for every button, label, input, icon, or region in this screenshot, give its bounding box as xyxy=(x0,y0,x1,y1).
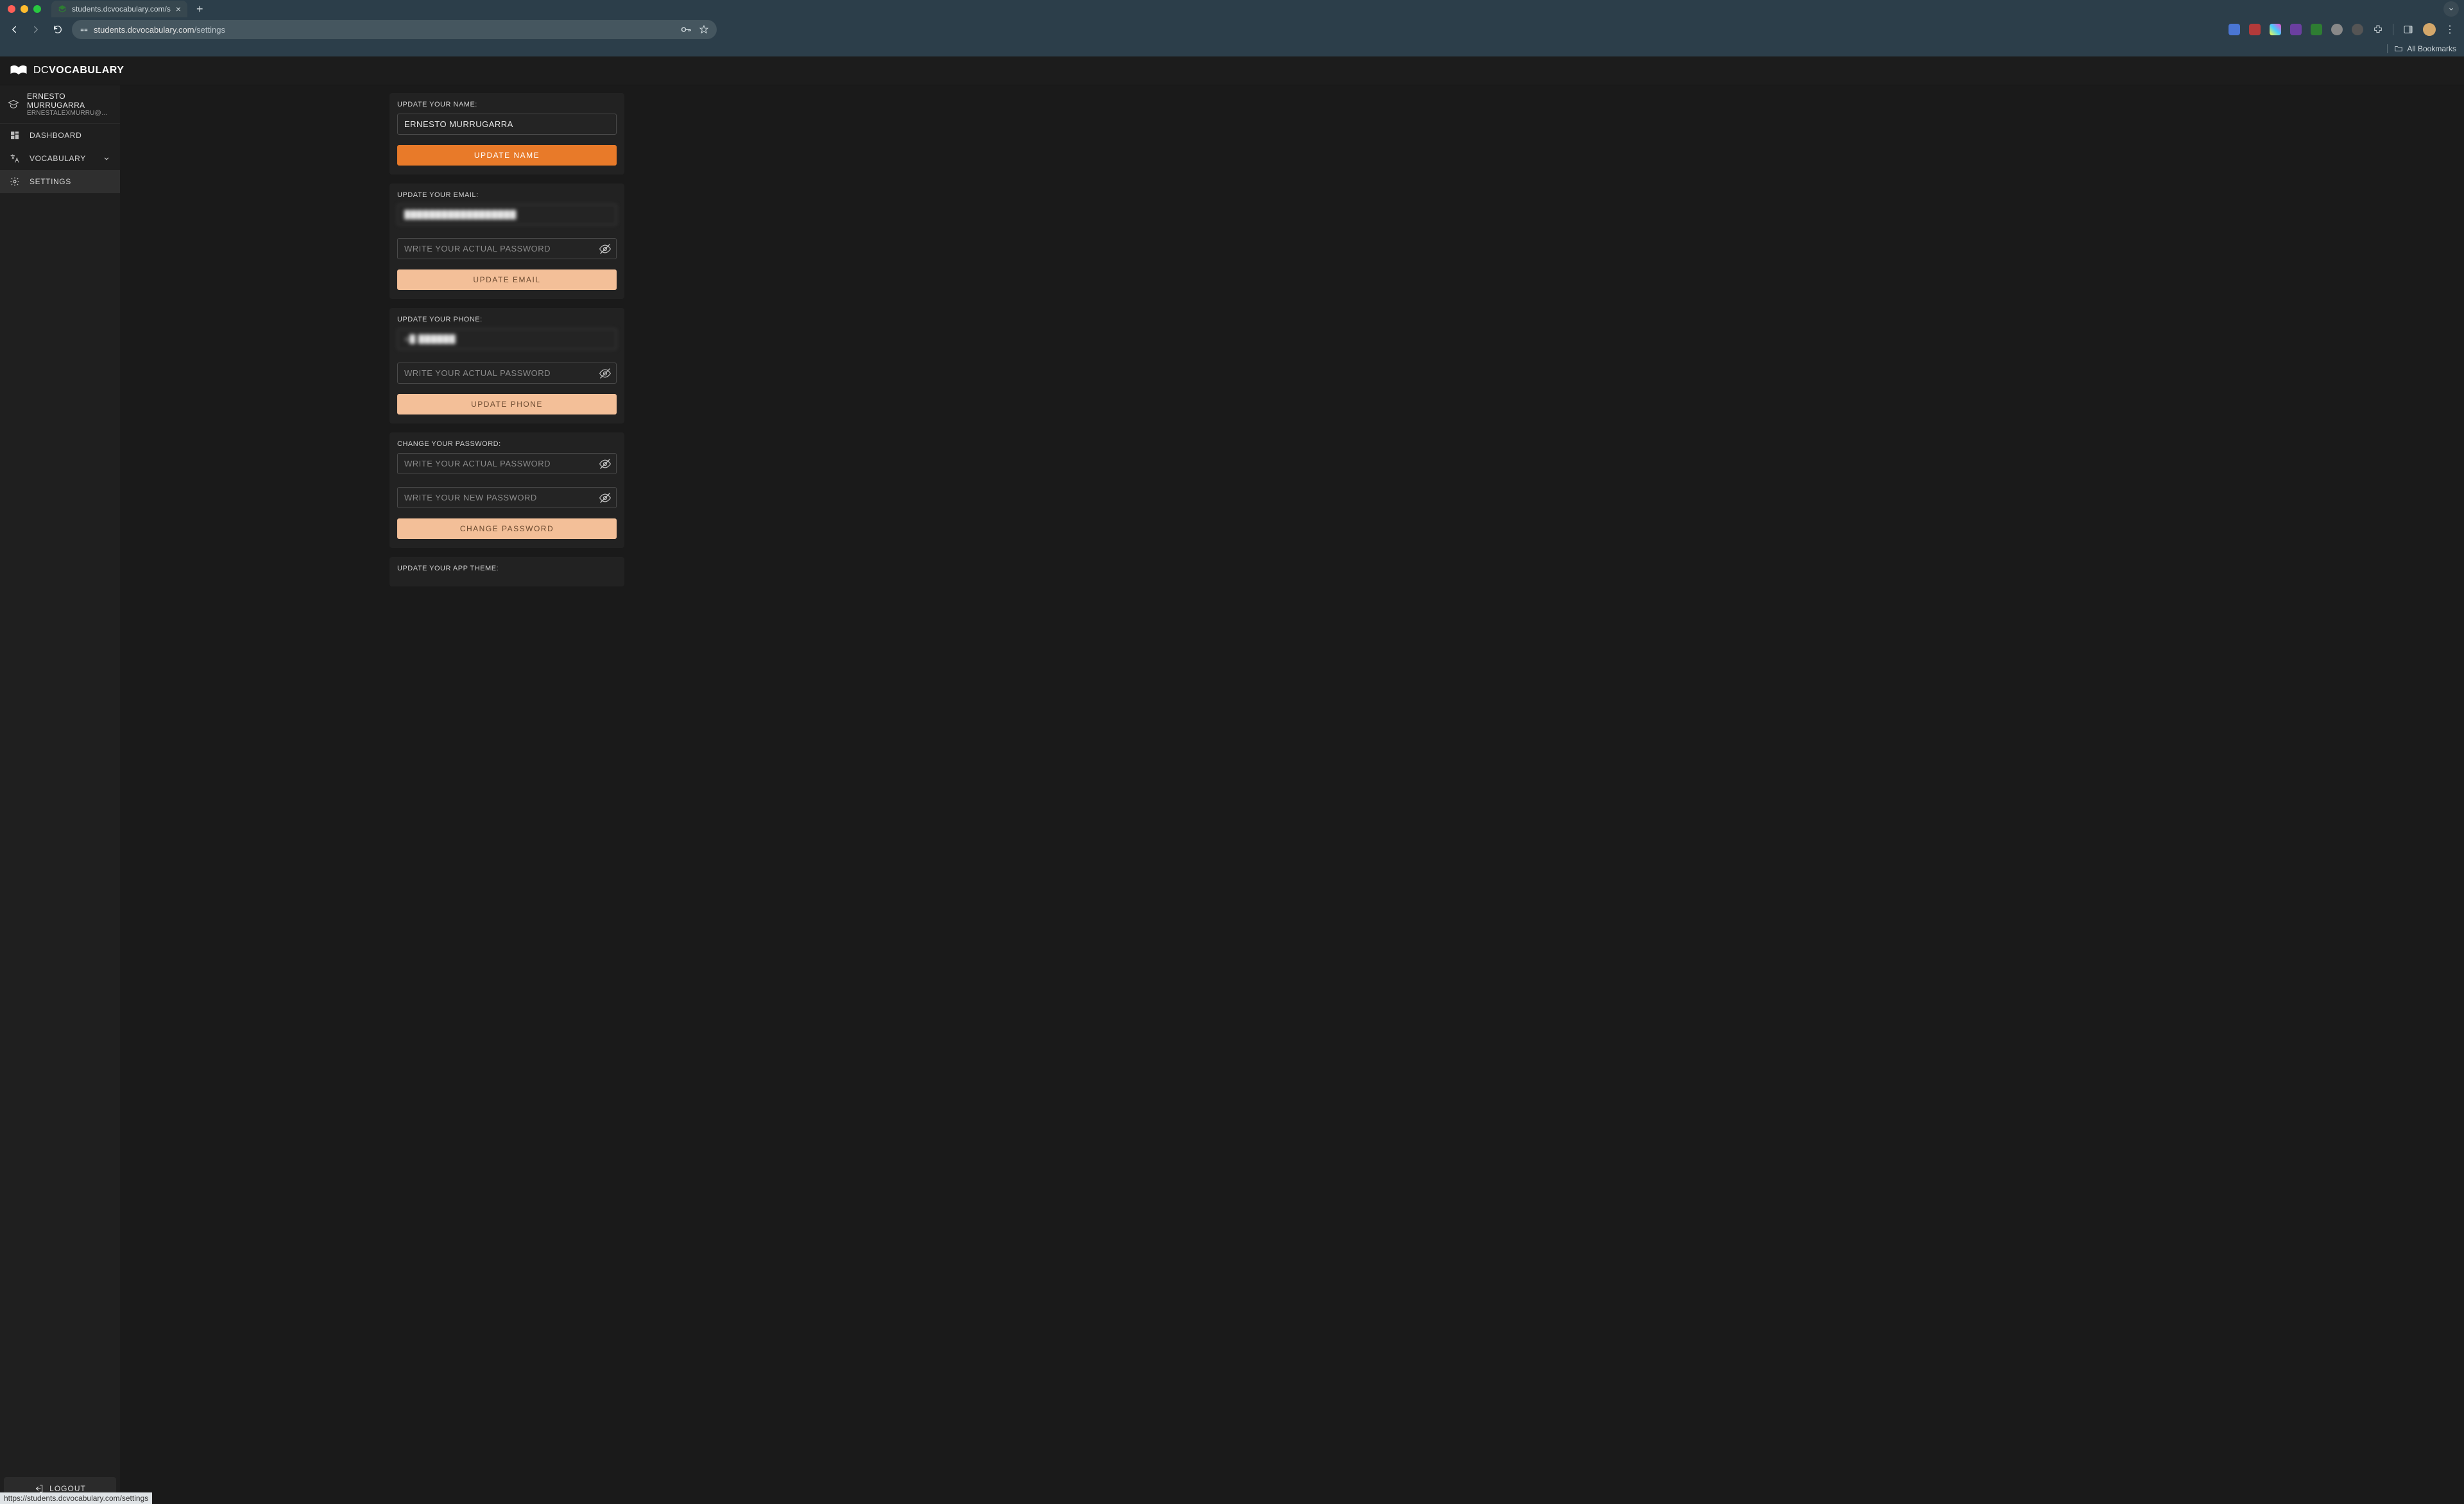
card-change-password: CHANGE YOUR PASSWORD: CHANGE PASSWORD xyxy=(389,432,624,548)
update-email-button[interactable]: UPDATE EMAIL xyxy=(397,269,617,290)
toolbar-row: students.dcvocabulary.com/settings xyxy=(0,18,2464,41)
card-update-theme: UPDATE YOUR APP THEME: xyxy=(389,557,624,586)
app-body: ERNESTO MURRUGARRA ERNESTALEXMURRU@GMAIL… xyxy=(0,85,2464,1504)
card-title: UPDATE YOUR PHONE: xyxy=(397,316,617,323)
user-name: ERNESTO MURRUGARRA xyxy=(27,92,112,110)
change-password-button[interactable]: CHANGE PASSWORD xyxy=(397,518,617,539)
card-title: UPDATE YOUR EMAIL: xyxy=(397,191,617,199)
address-url: students.dcvocabulary.com/settings xyxy=(94,25,225,35)
translate-icon xyxy=(9,153,21,164)
app-header: DCVOCABULARY xyxy=(0,56,2464,85)
browser-chrome: students.dcvocabulary.com/s × + students… xyxy=(0,0,2464,56)
tab-favicon-icon xyxy=(58,4,67,13)
tabs-dropdown-button[interactable] xyxy=(2443,1,2459,17)
folder-icon xyxy=(2394,44,2403,53)
update-phone-button[interactable]: UPDATE PHONE xyxy=(397,394,617,414)
sidebar-item-vocabulary[interactable]: VOCABULARY xyxy=(0,147,120,170)
extension-icon[interactable] xyxy=(2311,24,2322,35)
sidebar-user[interactable]: ERNESTO MURRUGARRA ERNESTALEXMURRU@GMAIL… xyxy=(0,85,120,124)
card-title: UPDATE YOUR APP THEME: xyxy=(397,565,617,572)
window-fullscreen-button[interactable] xyxy=(33,5,41,13)
reload-button[interactable] xyxy=(50,22,65,37)
current-password-input[interactable] xyxy=(397,453,617,474)
tab-close-button[interactable]: × xyxy=(176,4,181,13)
tab-row: students.dcvocabulary.com/s × + xyxy=(0,0,2464,18)
window-minimize-button[interactable] xyxy=(21,5,28,13)
sidebar: ERNESTO MURRUGARRA ERNESTALEXMURRU@GMAIL… xyxy=(0,85,120,1504)
profile-avatar-button[interactable] xyxy=(2423,23,2436,36)
email-password-input[interactable] xyxy=(397,238,617,259)
card-title: CHANGE YOUR PASSWORD: xyxy=(397,440,617,448)
bookmark-star-icon[interactable] xyxy=(699,24,709,35)
visibility-toggle-icon[interactable] xyxy=(599,367,612,380)
update-name-button[interactable]: UPDATE NAME xyxy=(397,145,617,166)
site-info-button[interactable] xyxy=(80,25,89,34)
extensions-row: ⋮ xyxy=(2229,23,2458,36)
window-controls xyxy=(5,5,41,13)
sidebar-item-dashboard[interactable]: DASHBOARD xyxy=(0,124,120,147)
sidebar-item-settings[interactable]: SETTINGS xyxy=(0,170,120,193)
side-panel-button[interactable] xyxy=(2402,24,2414,35)
extension-icon[interactable] xyxy=(2270,24,2281,35)
card-title: UPDATE YOUR NAME: xyxy=(397,101,617,108)
logo-text: DCVOCABULARY xyxy=(33,65,124,76)
dashboard-icon xyxy=(9,130,21,141)
visibility-toggle-icon[interactable] xyxy=(599,491,612,504)
book-icon xyxy=(9,64,28,78)
all-bookmarks-button[interactable]: All Bookmarks xyxy=(2394,44,2456,53)
new-tab-button[interactable]: + xyxy=(196,3,203,16)
user-email: ERNESTALEXMURRU@GMAIL.COM xyxy=(27,110,112,117)
back-button[interactable] xyxy=(6,22,22,37)
separator xyxy=(2387,44,2388,53)
window-close-button[interactable] xyxy=(8,5,15,13)
settings-content: UPDATE YOUR NAME: UPDATE NAME UPDATE YOU… xyxy=(120,85,2464,1504)
email-input[interactable] xyxy=(397,204,617,225)
sidebar-item-label: SETTINGS xyxy=(30,177,71,186)
graduate-icon xyxy=(8,99,19,110)
card-update-name: UPDATE YOUR NAME: UPDATE NAME xyxy=(389,93,624,175)
forward-button[interactable] xyxy=(28,22,44,37)
chrome-menu-button[interactable]: ⋮ xyxy=(2445,23,2455,36)
app-root: DCVOCABULARY ERNESTO MURRUGARRA ERNESTAL… xyxy=(0,56,2464,1504)
browser-tab[interactable]: students.dcvocabulary.com/s × xyxy=(51,1,187,17)
all-bookmarks-label: All Bookmarks xyxy=(2407,44,2456,53)
gear-icon xyxy=(9,176,21,187)
extension-icon[interactable] xyxy=(2249,24,2261,35)
extensions-menu-button[interactable] xyxy=(2372,24,2384,35)
card-update-phone: UPDATE YOUR PHONE: UPDATE PHONE xyxy=(389,308,624,423)
new-password-input[interactable] xyxy=(397,487,617,508)
name-input[interactable] xyxy=(397,114,617,135)
extension-icon[interactable] xyxy=(2352,24,2363,35)
phone-input[interactable] xyxy=(397,329,617,350)
status-bar: https://students.dcvocabulary.com/settin… xyxy=(0,1492,152,1504)
password-key-icon[interactable] xyxy=(681,25,692,34)
phone-password-input[interactable] xyxy=(397,363,617,384)
sidebar-item-label: DASHBOARD xyxy=(30,131,81,140)
chevron-down-icon xyxy=(102,154,111,163)
logout-label: LOGOUT xyxy=(49,1484,86,1493)
card-update-email: UPDATE YOUR EMAIL: UPDATE EMAIL xyxy=(389,184,624,299)
sidebar-item-label: VOCABULARY xyxy=(30,154,86,163)
app-logo[interactable]: DCVOCABULARY xyxy=(9,64,124,78)
visibility-toggle-icon[interactable] xyxy=(599,457,612,470)
visibility-toggle-icon[interactable] xyxy=(599,243,612,255)
address-bar[interactable]: students.dcvocabulary.com/settings xyxy=(72,20,717,39)
extension-icon[interactable] xyxy=(2331,24,2343,35)
bookmarks-bar: All Bookmarks xyxy=(0,41,2464,56)
tab-title: students.dcvocabulary.com/s xyxy=(72,4,171,13)
extension-icon[interactable] xyxy=(2290,24,2302,35)
extension-icon[interactable] xyxy=(2229,24,2240,35)
